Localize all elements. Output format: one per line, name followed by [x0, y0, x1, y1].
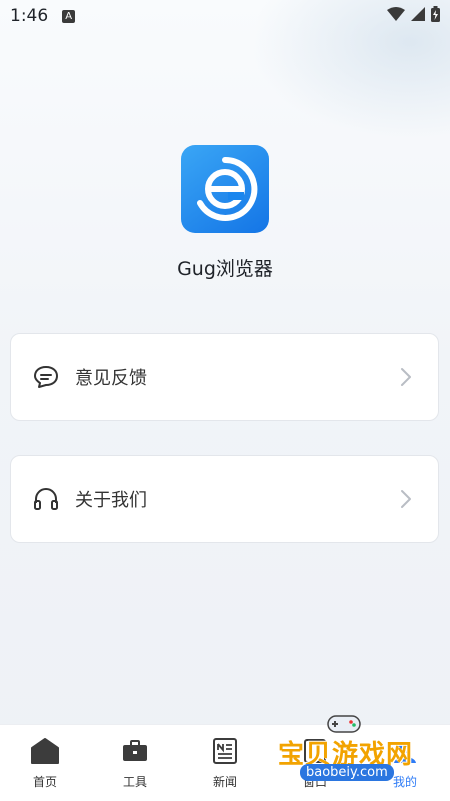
chevron-right-icon	[400, 367, 412, 387]
feedback-item[interactable]: 意见反馈	[10, 333, 439, 421]
about-us-label: 关于我们	[75, 490, 147, 511]
signal-icon	[411, 6, 425, 26]
wifi-icon	[387, 6, 405, 26]
tab-home-label: 首页	[32, 775, 57, 789]
tab-window[interactable]: 窗口	[270, 725, 360, 801]
tab-window-label: 窗口	[302, 775, 327, 789]
home-icon	[30, 737, 60, 765]
headphones-icon	[33, 486, 59, 512]
battery-icon	[431, 5, 440, 27]
profile-icon	[390, 737, 420, 765]
news-icon	[210, 737, 240, 765]
tab-home[interactable]: 首页	[0, 725, 90, 801]
feedback-label: 意见反馈	[75, 368, 147, 389]
app-logo	[181, 145, 269, 233]
chevron-right-icon	[400, 489, 412, 509]
about-us-item[interactable]: 关于我们	[10, 455, 439, 543]
notification-icon: A	[62, 9, 76, 23]
tab-tools-label: 工具	[122, 775, 147, 789]
window-icon	[300, 737, 330, 765]
status-bar: 1:46 A	[0, 0, 450, 32]
app-name: Gug浏览器	[177, 258, 273, 280]
browser-e-icon	[197, 156, 258, 221]
tab-news[interactable]: 新闻	[180, 725, 270, 801]
status-time: 1:46	[10, 6, 49, 26]
chat-bubble-icon	[33, 364, 59, 390]
tab-tools[interactable]: 工具	[90, 725, 180, 801]
toolbox-icon	[120, 737, 150, 765]
tab-profile-label: 我的	[392, 775, 417, 789]
tab-profile[interactable]: 我的	[360, 725, 450, 801]
bottom-tab-bar: 首页 工具 新闻 窗口 我的	[0, 724, 450, 801]
tab-news-label: 新闻	[212, 775, 237, 789]
